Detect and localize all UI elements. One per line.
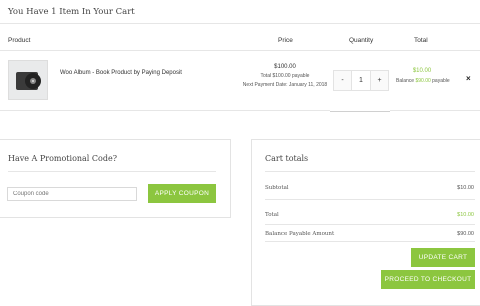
apply-coupon-button[interactable]: APPLY COUPON bbox=[148, 184, 216, 203]
line-balance: Balance $90.00 payable bbox=[396, 78, 450, 84]
cart-totals-panel: Cart totals Subtotal $10.00 Total $10.00… bbox=[251, 139, 480, 306]
balance-payable-value: $90.00 bbox=[457, 231, 474, 237]
balance-suffix: payable bbox=[432, 78, 450, 84]
header-divider bbox=[0, 50, 480, 51]
album-thumbnail-icon bbox=[16, 72, 41, 90]
row-divider-right bbox=[330, 111, 390, 112]
balance-payable-label: Balance Payable Amount bbox=[265, 231, 335, 237]
totals-divider bbox=[265, 171, 475, 172]
totals-title: Cart totals bbox=[265, 154, 309, 163]
update-cart-button[interactable]: UPDATE CART bbox=[411, 248, 475, 267]
item-total-payable: Total $100.00 payable bbox=[260, 73, 310, 79]
coupon-divider bbox=[8, 171, 216, 172]
balance-amount: $90.00 bbox=[415, 78, 431, 84]
remove-item-button[interactable]: × bbox=[466, 74, 471, 83]
qty-minus-button[interactable]: - bbox=[333, 70, 352, 91]
header-product: Product bbox=[8, 37, 31, 44]
total-value: $10.00 bbox=[457, 212, 474, 218]
quantity-input[interactable]: 1 bbox=[351, 70, 371, 91]
total-divider bbox=[265, 224, 475, 225]
balance-prefix: Balance bbox=[396, 78, 415, 84]
title-divider bbox=[0, 23, 480, 24]
line-total: $10.00 bbox=[412, 68, 432, 74]
subtotal-label: Subtotal bbox=[265, 185, 289, 191]
qty-plus-button[interactable]: + bbox=[370, 70, 389, 91]
balance-divider bbox=[265, 241, 475, 242]
close-icon: × bbox=[466, 74, 471, 83]
coupon-code-input[interactable] bbox=[7, 187, 137, 201]
coupon-panel: Have A Promotional Code? APPLY COUPON bbox=[0, 139, 231, 218]
row-divider bbox=[0, 110, 330, 111]
product-name-link[interactable]: Woo Album - Book Product by Paying Depos… bbox=[60, 70, 182, 76]
row-divider-end bbox=[390, 110, 480, 111]
total-label: Total bbox=[265, 212, 279, 218]
coupon-title: Have A Promotional Code? bbox=[8, 154, 117, 163]
item-next-payment: Next Payment Date: January 11, 2018 bbox=[242, 82, 328, 88]
header-quantity: Quantity bbox=[349, 37, 374, 44]
header-total: Total bbox=[414, 37, 428, 44]
cart-title: You Have 1 Item In Your Cart bbox=[8, 7, 135, 17]
item-price: $100.00 bbox=[274, 64, 296, 70]
subtotal-value: $10.00 bbox=[457, 185, 474, 191]
product-thumbnail[interactable] bbox=[8, 60, 48, 100]
proceed-to-checkout-button[interactable]: PROCEED TO CHECKOUT bbox=[381, 270, 475, 289]
header-price: Price bbox=[278, 37, 293, 44]
subtotal-divider bbox=[265, 199, 475, 200]
